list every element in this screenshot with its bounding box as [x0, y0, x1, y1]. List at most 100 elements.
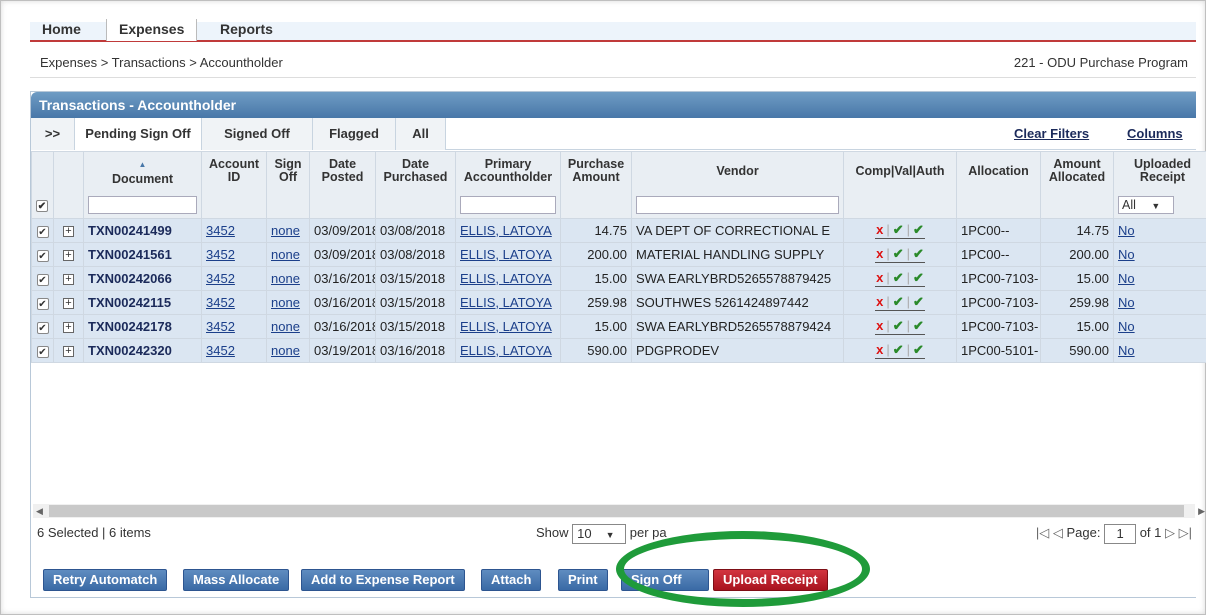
- comp-val-auth-cell[interactable]: x | ✔ | ✔: [843, 266, 957, 291]
- scrollbar-thumb[interactable]: [49, 505, 1184, 517]
- expand-row-icon[interactable]: +: [63, 226, 74, 238]
- sign-off-cell: none: [266, 314, 310, 339]
- sign-off-column[interactable]: Sign Off: [266, 151, 310, 219]
- document-id[interactable]: TXN00242320: [88, 343, 172, 358]
- sign-off-link[interactable]: none: [271, 223, 300, 238]
- document-id[interactable]: TXN00242178: [88, 319, 172, 334]
- page-number-input[interactable]: 1: [1104, 523, 1137, 544]
- tab-all[interactable]: All: [396, 118, 446, 150]
- nav-tab-reports[interactable]: Reports: [208, 19, 285, 41]
- row-checkbox[interactable]: ✔: [36, 345, 49, 358]
- document-column[interactable]: ▲ Document: [83, 151, 202, 219]
- mass-allocate-button[interactable]: Mass Allocate: [183, 569, 290, 591]
- nav-tab-home[interactable]: Home: [30, 19, 93, 41]
- date-posted-column[interactable]: Date Posted: [309, 151, 376, 219]
- prev-page-icon[interactable]: ◁: [1053, 525, 1063, 540]
- row-checkbox[interactable]: ✔: [36, 321, 49, 334]
- table-row[interactable]: ✔ + TXN00242066 3452 none 03/16/2018 03/15/201…: [31, 266, 1206, 291]
- account-id-column[interactable]: Account ID: [201, 151, 267, 219]
- sign-off-link[interactable]: none: [271, 319, 300, 334]
- comp-val-auth-cell[interactable]: x | ✔ | ✔: [843, 242, 957, 267]
- scroll-right-icon[interactable]: ▶: [1198, 504, 1205, 518]
- vendor-filter-input[interactable]: [636, 196, 839, 214]
- upload-receipt-button[interactable]: Upload Receipt: [713, 569, 828, 591]
- sign-off-link[interactable]: none: [271, 247, 300, 262]
- horizontal-scrollbar[interactable]: ◀ ▶: [33, 504, 1205, 518]
- comp-val-auth-cell[interactable]: x | ✔ | ✔: [843, 290, 957, 315]
- receipt-link[interactable]: No: [1118, 223, 1135, 238]
- expand-row-icon[interactable]: +: [63, 322, 74, 334]
- table-row[interactable]: ✔ + TXN00242320 3452 none 03/19/2018 03/16/201…: [31, 338, 1206, 363]
- expand-row-icon[interactable]: +: [63, 274, 74, 286]
- comp-val-auth-cell[interactable]: x | ✔ | ✔: [843, 338, 957, 363]
- retry-automatch-button[interactable]: Retry Automatch: [43, 569, 168, 591]
- purchase-amount-column[interactable]: Purchase Amount: [560, 151, 632, 219]
- receipt-filter-select[interactable]: All ▼: [1118, 196, 1174, 214]
- comp-val-auth-cell[interactable]: x | ✔ | ✔: [843, 314, 957, 339]
- table-row[interactable]: ✔ + TXN00241561 3452 none 03/09/2018 03/08/201…: [31, 242, 1206, 267]
- row-checkbox[interactable]: ✔: [36, 225, 49, 238]
- expand-row-icon[interactable]: +: [63, 250, 74, 262]
- row-checkbox[interactable]: ✔: [36, 297, 49, 310]
- expand-filters-button[interactable]: >>: [31, 118, 75, 150]
- select-all-checkbox[interactable]: ✔: [36, 200, 48, 212]
- account-id-link[interactable]: 3452: [206, 295, 235, 310]
- account-id-link[interactable]: 3452: [206, 319, 235, 334]
- account-id-link[interactable]: 3452: [206, 271, 235, 286]
- add-to-expense-report-button[interactable]: Add to Expense Report: [301, 569, 465, 591]
- amount-allocated-column[interactable]: Amount Allocated: [1040, 151, 1114, 219]
- comp-val-auth-cell[interactable]: x | ✔ | ✔: [843, 218, 957, 243]
- account-id-link[interactable]: 3452: [206, 247, 235, 262]
- row-checkbox[interactable]: ✔: [36, 249, 49, 262]
- accountholder-link[interactable]: ELLIS, LATOYA: [460, 343, 552, 358]
- clear-filters-link[interactable]: Clear Filters: [1014, 118, 1089, 150]
- print-button[interactable]: Print: [558, 569, 608, 591]
- sort-asc-icon: ▲: [138, 160, 147, 169]
- table-row[interactable]: ✔ + TXN00241499 3452 none 03/09/2018 03/08/201…: [31, 218, 1206, 243]
- account-id-link[interactable]: 3452: [206, 343, 235, 358]
- accountholder-link[interactable]: ELLIS, LATOYA: [460, 271, 552, 286]
- table-row[interactable]: ✔ + TXN00242178 3452 none 03/16/2018 03/15/201…: [31, 314, 1206, 339]
- comp-val-auth-column[interactable]: Comp|Val|Auth: [843, 151, 957, 219]
- receipt-link[interactable]: No: [1118, 343, 1135, 358]
- document-id[interactable]: TXN00242066: [88, 271, 172, 286]
- row-checkbox[interactable]: ✔: [36, 273, 49, 286]
- vendor-column[interactable]: Vendor: [631, 151, 844, 219]
- tab-pending-sign-off[interactable]: Pending Sign Off: [75, 118, 202, 150]
- nav-tab-expenses[interactable]: Expenses: [106, 19, 198, 41]
- sign-off-button[interactable]: Sign Off: [621, 569, 709, 591]
- receipt-link[interactable]: No: [1118, 319, 1135, 334]
- table-row[interactable]: ✔ + TXN00242115 3452 none 03/16/2018 03/15/201…: [31, 290, 1206, 315]
- attach-button[interactable]: Attach: [481, 569, 542, 591]
- document-id[interactable]: TXN00242115: [88, 295, 171, 310]
- primary-accountholder-column[interactable]: Primary Accountholder: [455, 151, 561, 219]
- document-id[interactable]: TXN00241499: [88, 223, 172, 238]
- sign-off-link[interactable]: none: [271, 343, 300, 358]
- uploaded-receipt-cell: No: [1113, 242, 1206, 267]
- sign-off-link[interactable]: none: [271, 295, 300, 310]
- accountholder-filter-input[interactable]: [460, 196, 556, 214]
- sign-off-link[interactable]: none: [271, 271, 300, 286]
- next-page-icon[interactable]: ▷: [1165, 525, 1175, 540]
- receipt-link[interactable]: No: [1118, 271, 1135, 286]
- allocation-column[interactable]: Allocation: [956, 151, 1041, 219]
- page-size-select[interactable]: 10 ▼: [572, 523, 627, 544]
- accountholder-link[interactable]: ELLIS, LATOYA: [460, 319, 552, 334]
- tab-signed-off[interactable]: Signed Off: [202, 118, 313, 150]
- accountholder-link[interactable]: ELLIS, LATOYA: [460, 295, 552, 310]
- accountholder-link[interactable]: ELLIS, LATOYA: [460, 247, 552, 262]
- receipt-link[interactable]: No: [1118, 295, 1135, 310]
- last-page-icon[interactable]: ▷|: [1179, 525, 1192, 540]
- expand-row-icon[interactable]: +: [63, 298, 74, 310]
- document-id[interactable]: TXN00241561: [88, 247, 172, 262]
- document-filter-input[interactable]: [88, 196, 197, 214]
- scroll-left-icon[interactable]: ◀: [36, 504, 43, 518]
- date-purchased-column[interactable]: Date Purchased: [375, 151, 456, 219]
- receipt-link[interactable]: No: [1118, 247, 1135, 262]
- tab-flagged[interactable]: Flagged: [313, 118, 396, 150]
- account-id-link[interactable]: 3452: [206, 223, 235, 238]
- expand-row-icon[interactable]: +: [63, 346, 74, 358]
- first-page-icon[interactable]: |◁: [1036, 525, 1049, 540]
- uploaded-receipt-column[interactable]: Uploaded Receipt All ▼: [1113, 151, 1206, 219]
- accountholder-link[interactable]: ELLIS, LATOYA: [460, 223, 552, 238]
